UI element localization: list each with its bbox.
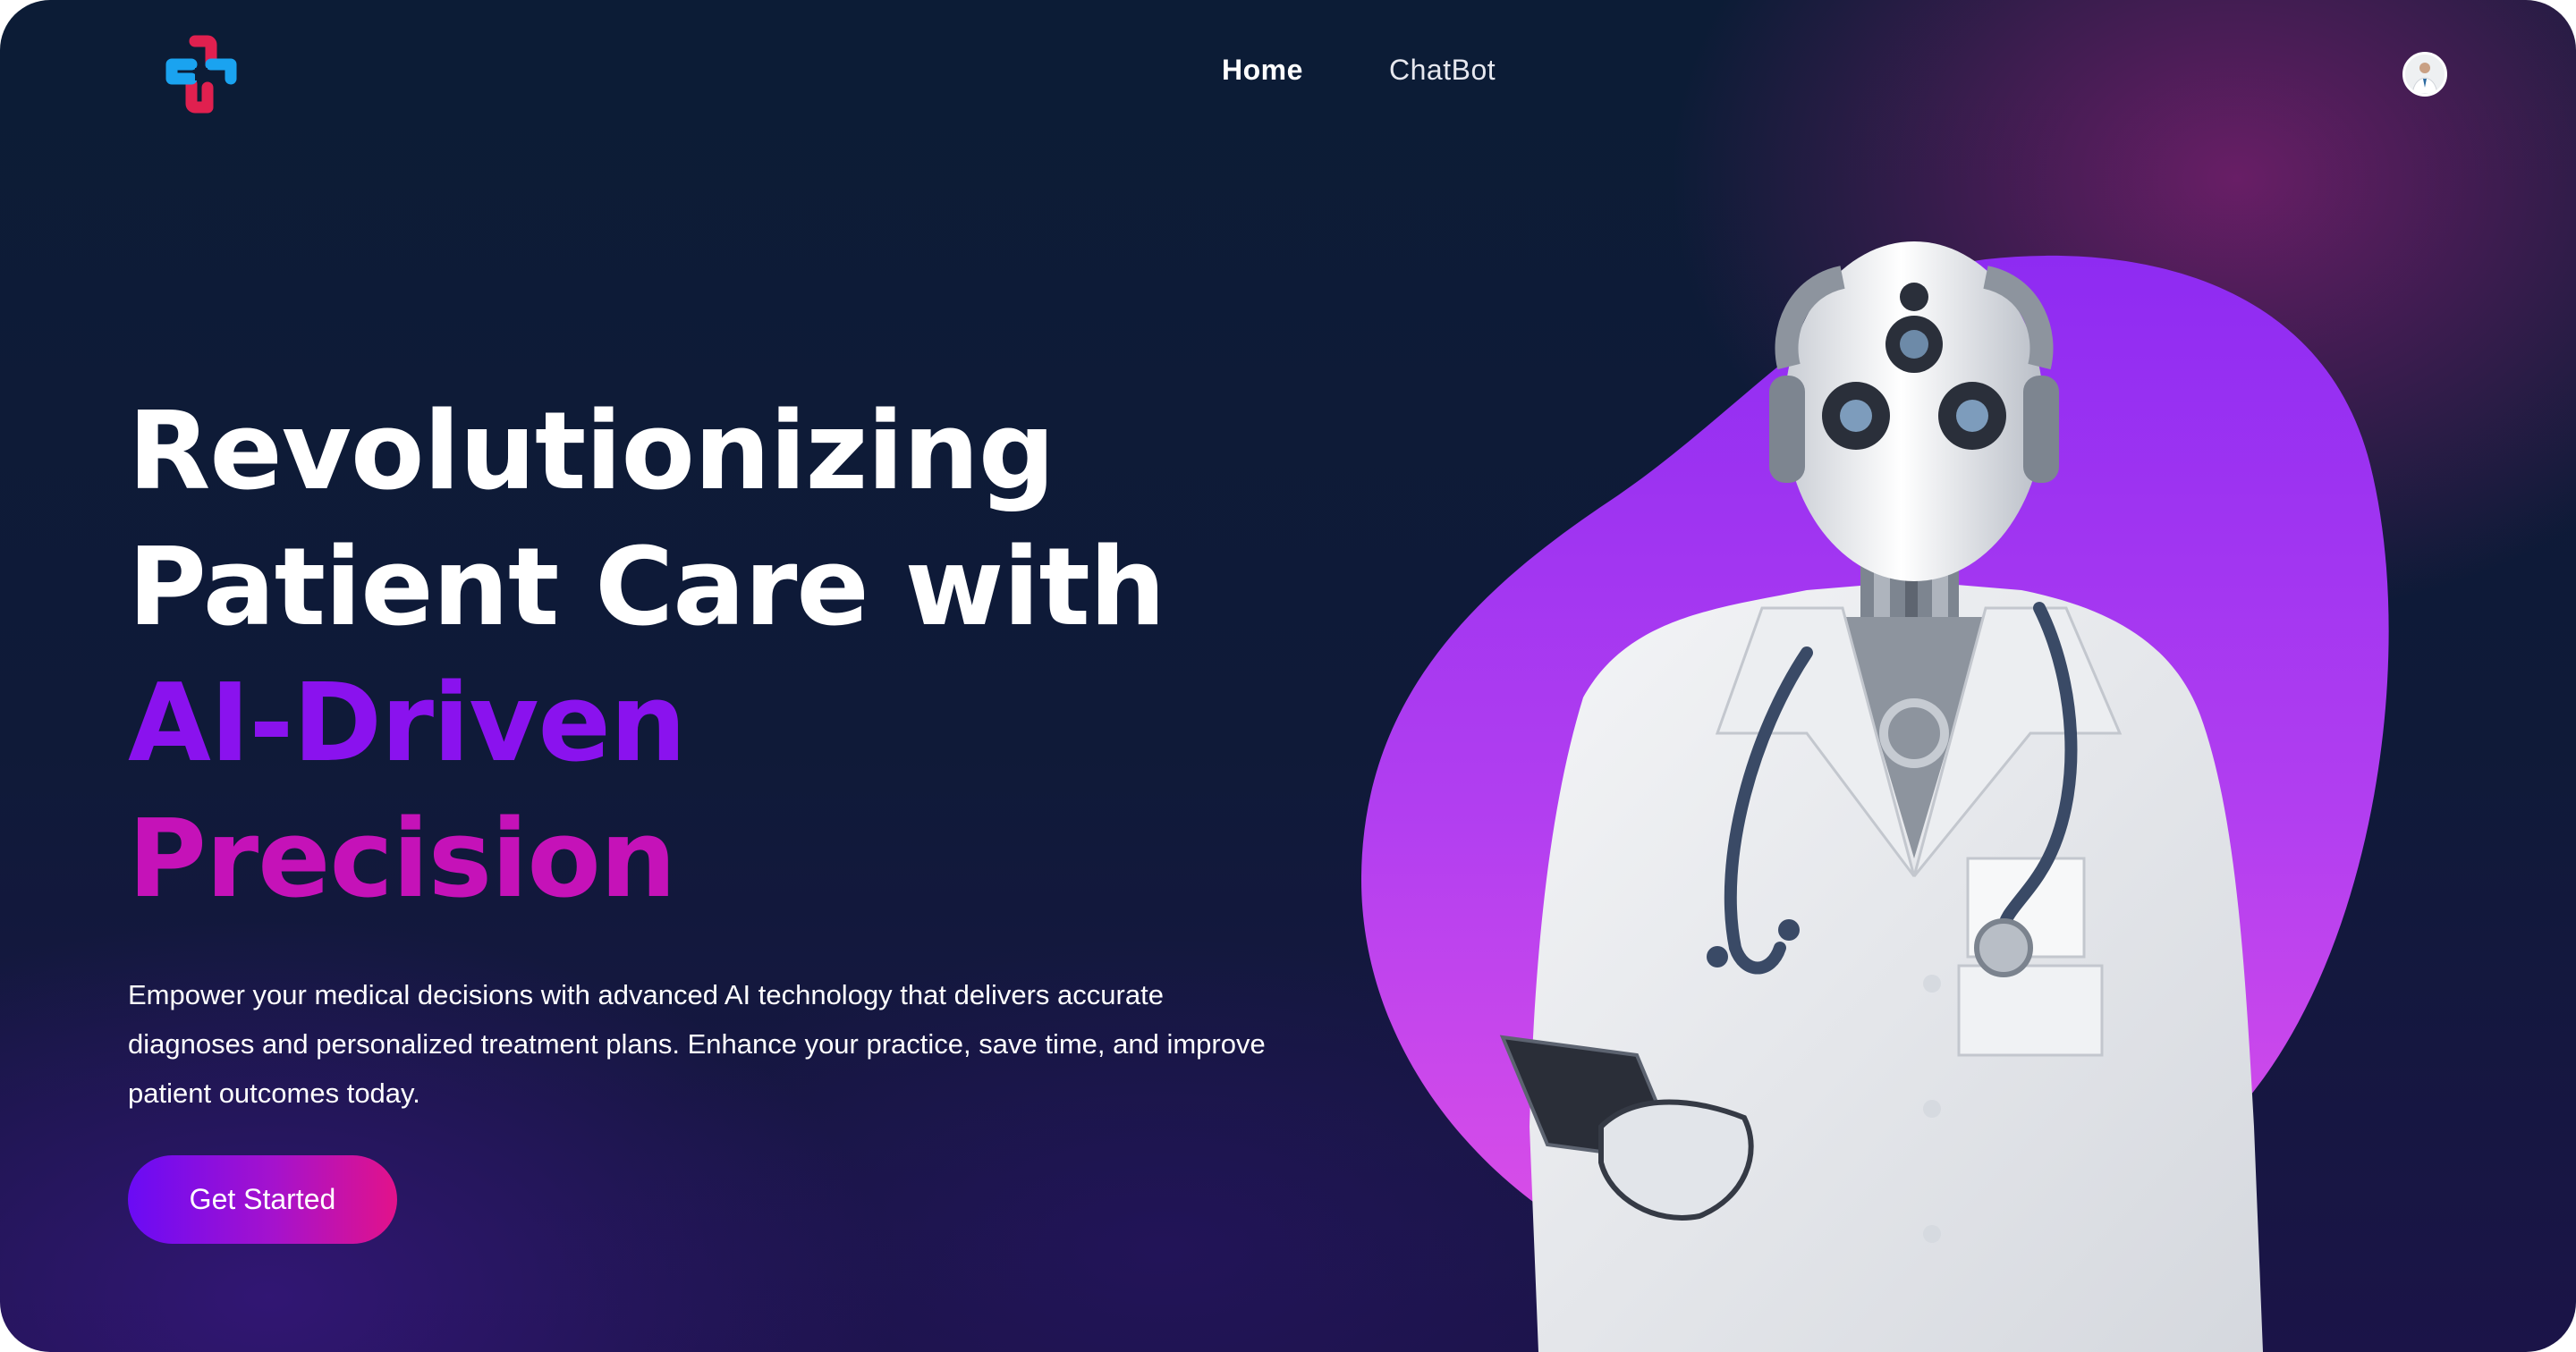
hero-description: Empower your medical decisions with adva… <box>128 979 1266 1109</box>
nav-chatbot-link[interactable]: ChatBot <box>1389 54 1496 87</box>
nav-home-link[interactable]: Home <box>1222 54 1303 87</box>
user-avatar[interactable] <box>2402 52 2447 97</box>
robot-doctor-illustration <box>1360 241 2389 1352</box>
doctor-avatar-icon <box>2405 55 2445 94</box>
headline-line-1: Revolutionizing <box>128 390 1055 514</box>
headline-line-2: Patient Care with <box>128 526 1165 650</box>
main-nav: Home ChatBot <box>0 54 2576 89</box>
coat-pocket <box>1957 964 2104 1057</box>
headline-accent-ai-driven: AI-Driven <box>128 662 686 786</box>
get-started-button[interactable]: Get Started <box>128 1155 397 1244</box>
headline-accent-precision: Precision <box>128 798 676 922</box>
app-frame: Home ChatBot Revolutionizing Patient Car… <box>0 0 2576 1352</box>
hero-headline: Revolutionizing Patient Care with AI-Dri… <box>128 384 1165 928</box>
